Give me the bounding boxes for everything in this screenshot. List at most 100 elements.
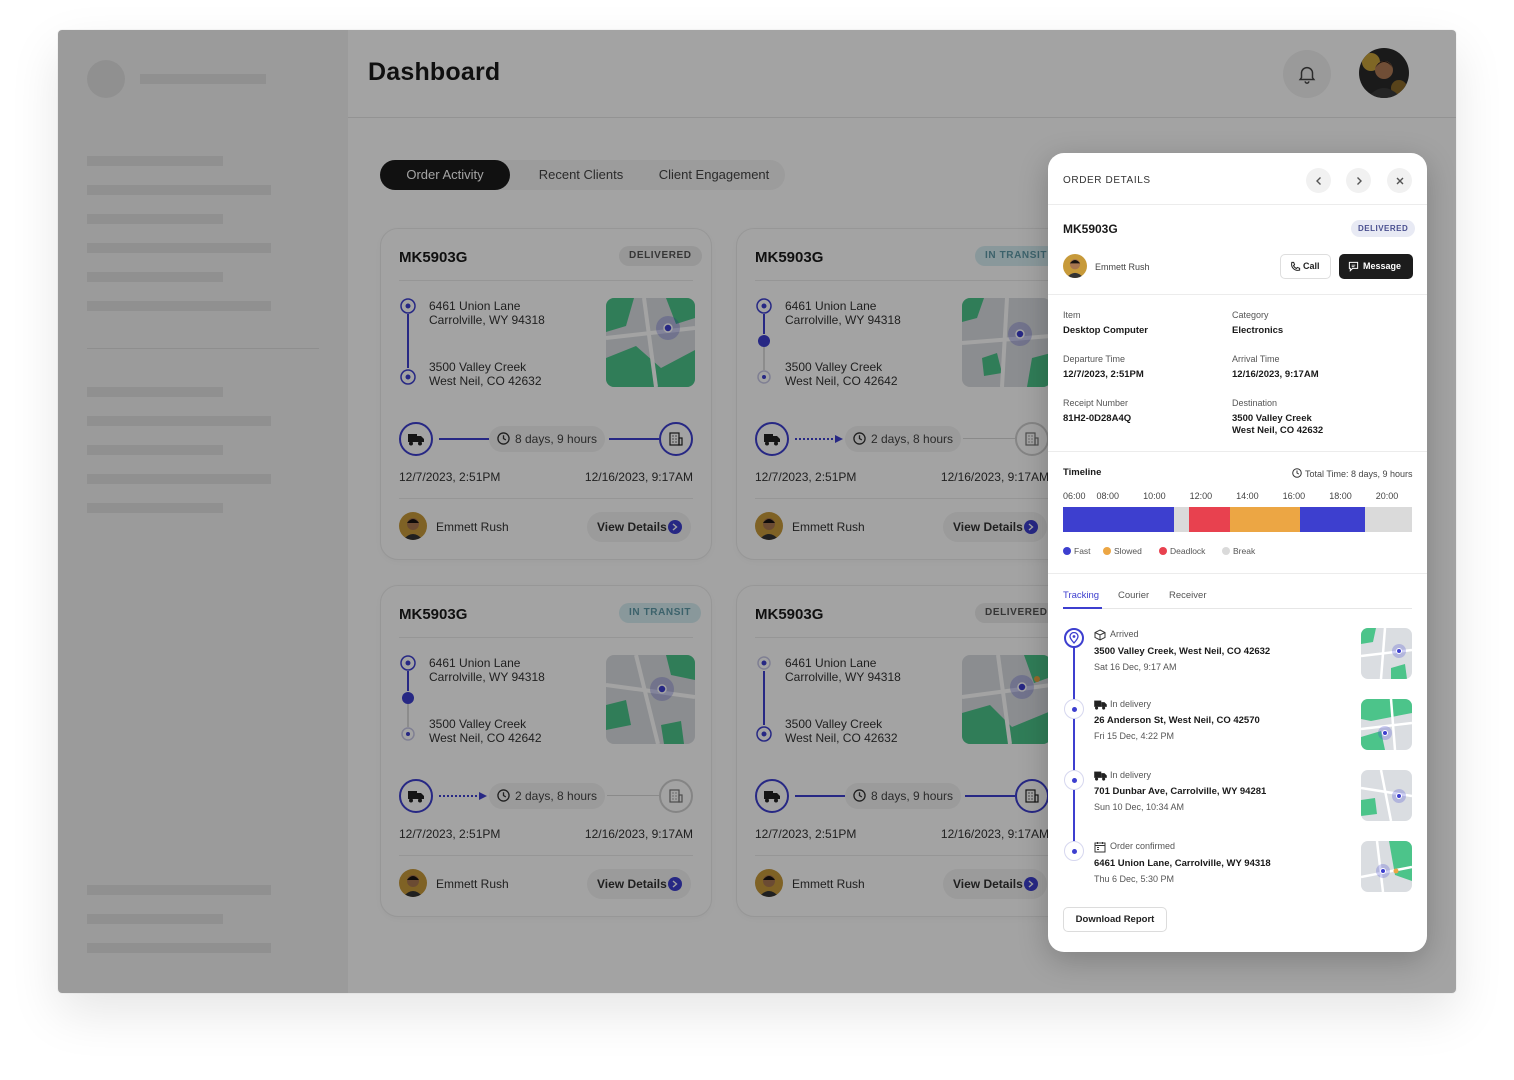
tab-order-activity[interactable]: Order Activity [380, 160, 510, 190]
view-details-button[interactable]: View Details [943, 512, 1047, 542]
sidebar-item-placeholder[interactable] [87, 885, 271, 895]
order-card[interactable]: MK5903G IN TRANSIT 6461 Union Lane Carrol… [736, 228, 1068, 560]
legend-item-fast: Fast [1063, 546, 1091, 556]
arrow-right-icon [668, 520, 682, 534]
card-divider [399, 498, 693, 499]
download-report-button[interactable]: Download Report [1063, 907, 1167, 932]
arrow-right-icon [1024, 877, 1038, 891]
order-id: MK5903G [399, 249, 468, 266]
sidebar-item-placeholder[interactable] [87, 156, 223, 166]
destination-line2: West Neil, CO 42632 [1232, 425, 1324, 436]
tracking-map-thumbnail[interactable] [1361, 841, 1412, 892]
origin-address: 6461 Union Lane Carrolville, WY 94318 [429, 299, 545, 327]
package-icon [1094, 629, 1106, 641]
tracking-map-thumbnail[interactable] [1361, 770, 1412, 821]
sidebar-item-placeholder[interactable] [87, 416, 271, 426]
sidebar-item-placeholder[interactable] [87, 943, 271, 953]
legend-item-deadlock: Deadlock [1159, 546, 1205, 556]
destination-address: 3500 Valley Creek West Neil, CO 42632 [429, 360, 542, 388]
building-icon [659, 422, 693, 456]
tracking-status-text: In delivery [1110, 770, 1152, 780]
close-button[interactable] [1387, 168, 1412, 193]
tracking-status-text: Order confirmed [1110, 841, 1176, 851]
arrow-head-icon [835, 435, 843, 443]
route-progress-dotted [795, 438, 837, 440]
next-button[interactable] [1346, 168, 1371, 193]
sidebar-item-placeholder[interactable] [87, 474, 271, 484]
timeline-hour-label: 16:00 [1282, 491, 1306, 501]
timeline-segment-break [1173, 507, 1190, 532]
sidebar-item-placeholder[interactable] [87, 185, 271, 195]
legend-label: Break [1233, 546, 1256, 556]
tab-tracking[interactable]: Tracking [1063, 590, 1099, 601]
sidebar-item-placeholder[interactable] [87, 214, 223, 224]
sidebar-item-placeholder[interactable] [87, 243, 271, 253]
sidebar-item-placeholder[interactable] [87, 914, 223, 924]
panel-title: ORDER DETAILS [1063, 175, 1151, 186]
origin-address: 6461 Union Lane Carrolville, WY 94318 [429, 656, 545, 684]
courier-avatar [1063, 254, 1087, 278]
clock-icon [1292, 468, 1302, 478]
message-label: Message [1363, 261, 1402, 271]
previous-button[interactable] [1306, 168, 1331, 193]
start-date: 12/7/2023, 2:51PM [755, 470, 857, 484]
tracking-status-text: In delivery [1110, 699, 1152, 709]
view-details-button[interactable]: View Details [943, 869, 1047, 899]
map-thumbnail[interactable] [606, 298, 695, 387]
tracking-map-thumbnail[interactable] [1361, 628, 1412, 679]
destination-label: Destination [1232, 398, 1278, 408]
origin-line1: 6461 Union Lane [429, 656, 521, 670]
tab-courier[interactable]: Courier [1118, 590, 1149, 601]
map-thumbnail[interactable] [962, 298, 1051, 387]
sidebar-item-placeholder[interactable] [87, 387, 223, 397]
card-divider [399, 280, 693, 281]
origin-address: 6461 Union Lane Carrolville, WY 94318 [785, 299, 901, 327]
truck-icon [399, 779, 433, 813]
courier-avatar [399, 869, 427, 897]
sidebar-item-placeholder[interactable] [87, 503, 223, 513]
card-divider [755, 637, 1049, 638]
view-details-button[interactable]: View Details [587, 512, 691, 542]
origin-line2: Carrolville, WY 94318 [785, 670, 901, 684]
page-title: Dashboard [368, 58, 501, 86]
call-button[interactable]: Call [1280, 254, 1331, 279]
message-button[interactable]: Message [1339, 254, 1413, 279]
origin-line1: 6461 Union Lane [429, 299, 521, 313]
building-icon [1015, 422, 1049, 456]
user-avatar[interactable] [1359, 48, 1409, 98]
view-details-button[interactable]: View Details [587, 869, 691, 899]
tab-recent-clients[interactable]: Recent Clients [520, 160, 642, 190]
sub-tab-divider [1063, 608, 1412, 609]
route-line-icon [756, 656, 772, 742]
tab-receiver[interactable]: Receiver [1169, 590, 1207, 601]
order-card[interactable]: MK5903G IN TRANSIT 6461 Union Lane Carrol… [380, 585, 712, 917]
clock-icon [853, 789, 866, 802]
notification-bell-button[interactable] [1283, 50, 1331, 98]
arrival-value: 12/16/2023, 9:17AM [1232, 369, 1319, 380]
legend-swatch [1222, 547, 1230, 555]
order-card[interactable]: MK5903G DELIVERED 6461 Union Lane Carrolv… [380, 228, 712, 560]
route-progress-dotted [439, 795, 481, 797]
card-divider [399, 855, 693, 856]
departure-label: Departure Time [1063, 354, 1126, 364]
sidebar-item-placeholder[interactable] [87, 445, 223, 455]
sidebar-item-placeholder[interactable] [87, 272, 223, 282]
item-value: Desktop Computer [1063, 325, 1148, 336]
map-thumbnail[interactable] [962, 655, 1051, 744]
order-card[interactable]: MK5903G DELIVERED 6461 Union Lane Carrolv… [736, 585, 1068, 917]
arrival-label: Arrival Time [1232, 354, 1280, 364]
destination-address: 3500 Valley Creek West Neil, CO 42632 [785, 717, 898, 745]
order-id: MK5903G [755, 249, 824, 266]
sidebar-avatar-placeholder [87, 60, 125, 98]
tracking-map-thumbnail[interactable] [1361, 699, 1412, 750]
route-remaining-line [963, 438, 1015, 439]
tracking-address: 26 Anderson St, West Neil, CO 42570 [1094, 715, 1260, 726]
map-thumbnail[interactable] [606, 655, 695, 744]
sidebar-item-placeholder[interactable] [87, 301, 271, 311]
phone-icon [1291, 261, 1301, 271]
courier-name: Emmett Rush [436, 877, 509, 891]
origin-line2: Carrolville, WY 94318 [429, 670, 545, 684]
status-badge: DELIVERED [619, 246, 702, 266]
tab-client-engagement[interactable]: Client Engagement [648, 160, 780, 190]
item-label: Item [1063, 310, 1081, 320]
